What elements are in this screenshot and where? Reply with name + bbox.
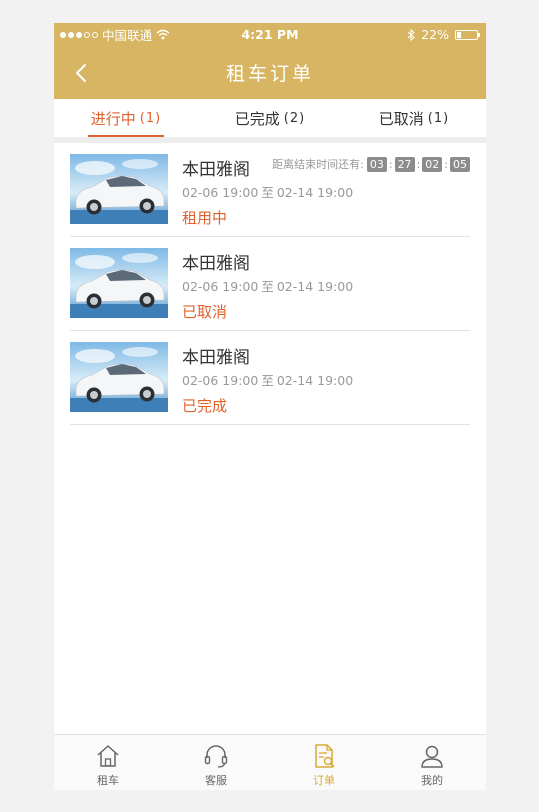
bluetooth-icon — [407, 28, 416, 41]
car-thumbnail-image — [70, 342, 168, 412]
tabbar-label: 订单 — [313, 774, 335, 787]
rental-period: 02-06 19:00 至 02-14 19:00 — [182, 276, 353, 295]
order-status: 已完成 — [182, 397, 228, 415]
countdown-segment: 03 — [366, 156, 387, 172]
end-time: 02-14 19:00 — [276, 373, 354, 388]
start-time: 02-06 19:00 — [182, 279, 259, 294]
order-item[interactable]: 本田雅阁 02-06 19:00 至 02-14 19:00 已完成 — [70, 331, 470, 425]
signal-carrier: 中国联通 — [54, 25, 170, 44]
page-title: 租车订单 — [225, 63, 314, 85]
tab-label: 已完成 — [234, 109, 280, 128]
date-separator: 至 — [261, 373, 274, 388]
tab-completed[interactable]: 已完成 (2) — [198, 99, 342, 137]
end-time: 02-14 19:00 — [276, 185, 354, 200]
tabbar-label: 租车 — [97, 774, 119, 787]
end-time: 02-14 19:00 — [276, 279, 354, 294]
back-arrow-icon[interactable] — [72, 62, 92, 84]
tab-count: (2) — [283, 110, 306, 126]
tab-in-progress[interactable]: 进行中 (1) — [54, 99, 198, 137]
tabbar-item-orders[interactable]: 订单 — [270, 735, 378, 790]
wifi-icon — [156, 29, 170, 40]
signal-strength-icon — [60, 31, 98, 38]
home-icon — [97, 745, 119, 767]
order-list: 本田雅阁 距离结束时间还有: 03 : 27 : 02 : 05 02-06 1… — [54, 143, 486, 425]
order-search-icon — [315, 744, 335, 768]
order-item[interactable]: 本田雅阁 02-06 19:00 至 02-14 19:00 已取消 — [70, 237, 470, 331]
order-item[interactable]: 本田雅阁 距离结束时间还有: 03 : 27 : 02 : 05 02-06 1… — [70, 143, 470, 237]
countdown-segment: 27 — [394, 156, 415, 172]
countdown-label: 距离结束时间还有: — [272, 158, 364, 171]
start-time: 02-06 19:00 — [182, 373, 259, 388]
user-icon — [421, 745, 443, 768]
tabbar-item-profile[interactable]: 我的 — [378, 735, 486, 790]
tabbar-item-rent[interactable]: 租车 — [54, 735, 162, 790]
car-thumbnail-image — [70, 248, 168, 318]
date-separator: 至 — [261, 279, 274, 294]
start-time: 02-06 19:00 — [182, 185, 259, 200]
tabbar-label: 我的 — [421, 774, 443, 787]
tab-label: 已取消 — [378, 109, 424, 128]
order-status: 租用中 — [182, 209, 228, 227]
headset-icon — [204, 745, 228, 768]
battery-icon — [455, 29, 480, 40]
phone-screen: 中国联通 4:21 PM 22% 租车订单 进行中 (1) 已完成 (2) 已取… — [54, 23, 486, 790]
order-status: 已取消 — [182, 303, 228, 321]
date-separator: 至 — [261, 185, 274, 200]
tabbar-label: 客服 — [205, 774, 227, 787]
tab-cancelled[interactable]: 已取消 (1) — [342, 99, 486, 137]
rental-period: 02-06 19:00 至 02-14 19:00 — [182, 182, 353, 201]
status-bar: 中国联通 4:21 PM 22% — [54, 23, 486, 46]
car-name: 本田雅阁 — [182, 348, 250, 368]
bottom-tab-bar: 租车 客服 订单 我的 — [54, 734, 486, 790]
battery-percent: 22% — [421, 27, 449, 42]
countdown-segment: 05 — [450, 156, 470, 172]
car-thumbnail-image — [70, 154, 168, 224]
carrier-name: 中国联通 — [102, 28, 153, 43]
countdown-timer: 距离结束时间还有: 03 : 27 : 02 : 05 — [272, 156, 470, 172]
car-name: 本田雅阁 — [182, 254, 250, 274]
navigation-bar: 租车订单 — [54, 46, 486, 99]
car-name: 本田雅阁 — [182, 160, 250, 180]
tab-label: 进行中 — [90, 109, 136, 128]
order-tabs: 进行中 (1) 已完成 (2) 已取消 (1) — [54, 99, 486, 143]
tab-count: (1) — [427, 110, 450, 126]
rental-period: 02-06 19:00 至 02-14 19:00 — [182, 370, 353, 389]
countdown-segment: 02 — [422, 156, 443, 172]
tabbar-item-service[interactable]: 客服 — [162, 735, 270, 790]
tab-count: (1) — [139, 110, 162, 126]
